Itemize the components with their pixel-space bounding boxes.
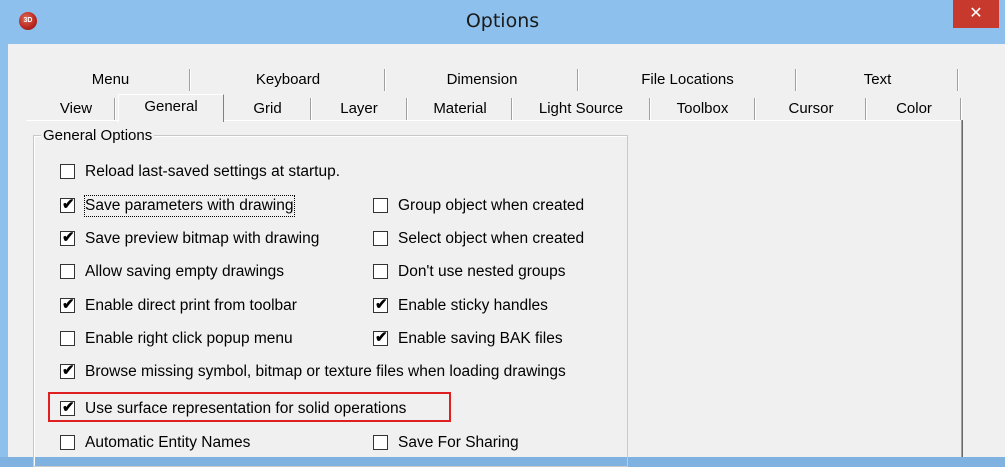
checkbox-box: ✔ [373, 329, 388, 346]
checkbox-label: Enable right click popup menu [85, 330, 293, 347]
checkbox-label: Enable direct print from toolbar [85, 297, 297, 314]
tab-separator [957, 69, 959, 91]
tab-menu[interactable]: Menu [33, 69, 188, 91]
checkbox-box [60, 435, 75, 450]
checkbox-label: Group object when created [398, 197, 585, 214]
checkbox-box [373, 264, 388, 279]
checkbox-label: Enable sticky handles [398, 297, 548, 314]
tab-file-locations[interactable]: File Locations [581, 69, 794, 91]
checkbox-label: Automatic Entity Names [85, 434, 251, 451]
checkbox-box [60, 264, 75, 279]
checkbox-label: Save For Sharing [398, 434, 519, 451]
tab-separator [406, 98, 408, 120]
checkbox-label: Enable saving BAK files [398, 330, 563, 347]
tab-layer[interactable]: Layer [314, 98, 404, 120]
tab-view[interactable]: View [38, 98, 114, 120]
checkbox-label: Reload last-saved settings at startup. [85, 163, 341, 180]
tab-separator [754, 98, 756, 120]
tab-separator [795, 69, 797, 91]
tab-separator [384, 69, 386, 91]
check-mark-icon: ✔ [375, 329, 388, 346]
checkbox-label: Allow saving empty drawings [85, 263, 285, 280]
checkbox-box [373, 198, 388, 213]
tab-separator [189, 69, 191, 91]
tab-grid[interactable]: Grid [226, 98, 309, 120]
checkbox-box [373, 231, 388, 246]
checkbox-box: ✔ [60, 296, 75, 313]
group-label: General Options [41, 127, 155, 144]
tab-color[interactable]: Color [869, 98, 959, 120]
checkbox-box [60, 164, 75, 179]
tab-toolbox[interactable]: Toolbox [653, 98, 752, 120]
tab-cursor[interactable]: Cursor [758, 98, 864, 120]
tab-separator [960, 98, 962, 120]
checkbox-box: ✔ [60, 362, 75, 379]
close-button[interactable]: ✕ [953, 0, 999, 28]
checkbox-label: Browse missing symbol, bitmap or texture… [85, 363, 566, 380]
tab-separator [114, 98, 116, 120]
tab-separator [649, 98, 651, 120]
checkbox-box: ✔ [60, 229, 75, 246]
check-mark-icon: ✔ [375, 296, 388, 313]
check-mark-icon: ✔ [62, 362, 75, 379]
checkbox-box [60, 331, 75, 346]
tab-separator [310, 98, 312, 120]
check-mark-icon: ✔ [62, 296, 75, 313]
checkbox-box [373, 435, 388, 450]
window-frame-left [0, 44, 8, 457]
highlight-box [48, 392, 451, 422]
tab-material[interactable]: Material [410, 98, 510, 120]
check-mark-icon: ✔ [62, 229, 75, 246]
checkbox-label: Select object when created [398, 230, 585, 247]
tab-keyboard[interactable]: Keyboard [193, 69, 383, 91]
checkbox-box: ✔ [60, 196, 75, 213]
window-title: Options [465, 10, 540, 32]
tab-separator [511, 98, 513, 120]
tab-dimension[interactable]: Dimension [388, 69, 576, 91]
tab-panel-right-edge [961, 120, 963, 457]
tab-text[interactable]: Text [799, 69, 956, 91]
tab-separator [577, 69, 579, 91]
tab-separator [865, 98, 867, 120]
checkbox-label: Don't use nested groups [398, 263, 566, 280]
checkbox-label: Save parameters with drawing [84, 195, 295, 217]
checkbox-label: Save preview bitmap with drawing [85, 230, 320, 247]
checkbox-box: ✔ [373, 296, 388, 313]
title-bar: 3D Options ✕ [0, 0, 1005, 44]
tab-light-source[interactable]: Light Source [515, 98, 647, 120]
tab-general[interactable]: General [118, 94, 224, 122]
check-mark-icon: ✔ [62, 196, 75, 213]
